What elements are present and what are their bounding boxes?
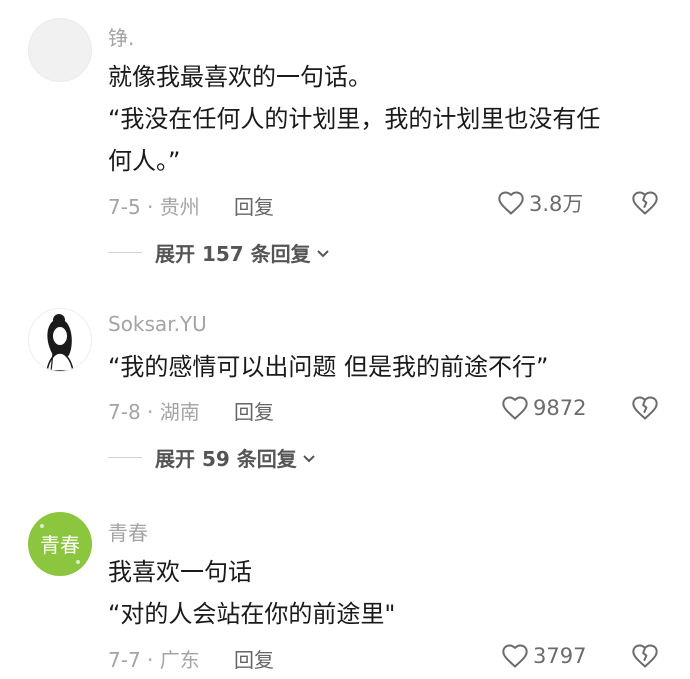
broken-heart-icon	[632, 396, 658, 420]
comment-date-location: 7-7 · 广东	[108, 648, 200, 672]
comment-username[interactable]: 青春	[108, 517, 148, 546]
comment-text-line: 我喜欢一句话	[108, 558, 252, 586]
comment-text-line: 就像我最喜欢的一句话。	[108, 63, 372, 91]
comment-text-line: “我没在任何人的计划里，我的计划里也没有任	[108, 105, 601, 133]
expand-replies-button[interactable]: 展开 59 条回复	[108, 443, 317, 472]
heart-icon	[502, 644, 528, 668]
comment-text-line: 何人。”	[108, 147, 181, 175]
comment-username[interactable]: 铮.	[108, 22, 134, 51]
dislike-button[interactable]	[631, 394, 659, 426]
divider-dash	[108, 252, 142, 253]
heart-icon	[498, 191, 524, 215]
sketch-girl-avatar-icon	[46, 314, 74, 371]
avatar-text: 青春	[40, 533, 80, 557]
like-count: 3.8万	[529, 192, 584, 216]
like-button[interactable]: 3.8万	[497, 188, 583, 218]
dislike-button[interactable]	[631, 189, 659, 221]
like-button[interactable]: 3797	[501, 642, 586, 670]
expand-replies-label: 展开 59 条回复	[155, 447, 297, 471]
chevron-down-icon	[316, 249, 329, 257]
reply-button[interactable]: 回复	[234, 191, 274, 220]
reply-button[interactable]: 回复	[234, 644, 274, 673]
chevron-down-icon	[303, 454, 315, 462]
avatar[interactable]: 青春	[28, 512, 92, 576]
dislike-button[interactable]	[631, 642, 659, 674]
like-count: 3797	[533, 644, 587, 668]
divider-dash	[108, 457, 142, 458]
comment-text-line: “我的感情可以出问题 但是我的前途不行”	[108, 353, 549, 381]
avatar[interactable]	[28, 18, 92, 82]
like-count: 9872	[533, 396, 587, 420]
comment-text: “我的感情可以出问题 但是我的前途不行”	[108, 346, 668, 388]
comment-text: 我喜欢一句话 “对的人会站在你的前途里"	[108, 551, 668, 635]
comment-text: 就像我最喜欢的一句话。 “我没在任何人的计划里，我的计划里也没有任 何人。”	[108, 56, 668, 182]
comment-username[interactable]: Soksar.YU	[108, 312, 207, 336]
expand-replies-label: 展开 157 条回复	[155, 242, 311, 266]
comment-date-location: 7-5 · 贵州	[108, 195, 200, 219]
avatar[interactable]	[28, 308, 92, 372]
heart-icon	[502, 396, 528, 420]
expand-replies-button[interactable]: 展开 157 条回复	[108, 238, 331, 267]
like-button[interactable]: 9872	[501, 394, 586, 422]
broken-heart-icon	[632, 191, 658, 215]
reply-button[interactable]: 回复	[234, 396, 274, 425]
comment-date-location: 7-8 · 湖南	[108, 400, 200, 424]
qingchun-green-avatar-icon: 青春	[40, 524, 80, 564]
comment-text-line: “对的人会站在你的前途里"	[108, 600, 396, 628]
broken-heart-icon	[632, 644, 658, 668]
